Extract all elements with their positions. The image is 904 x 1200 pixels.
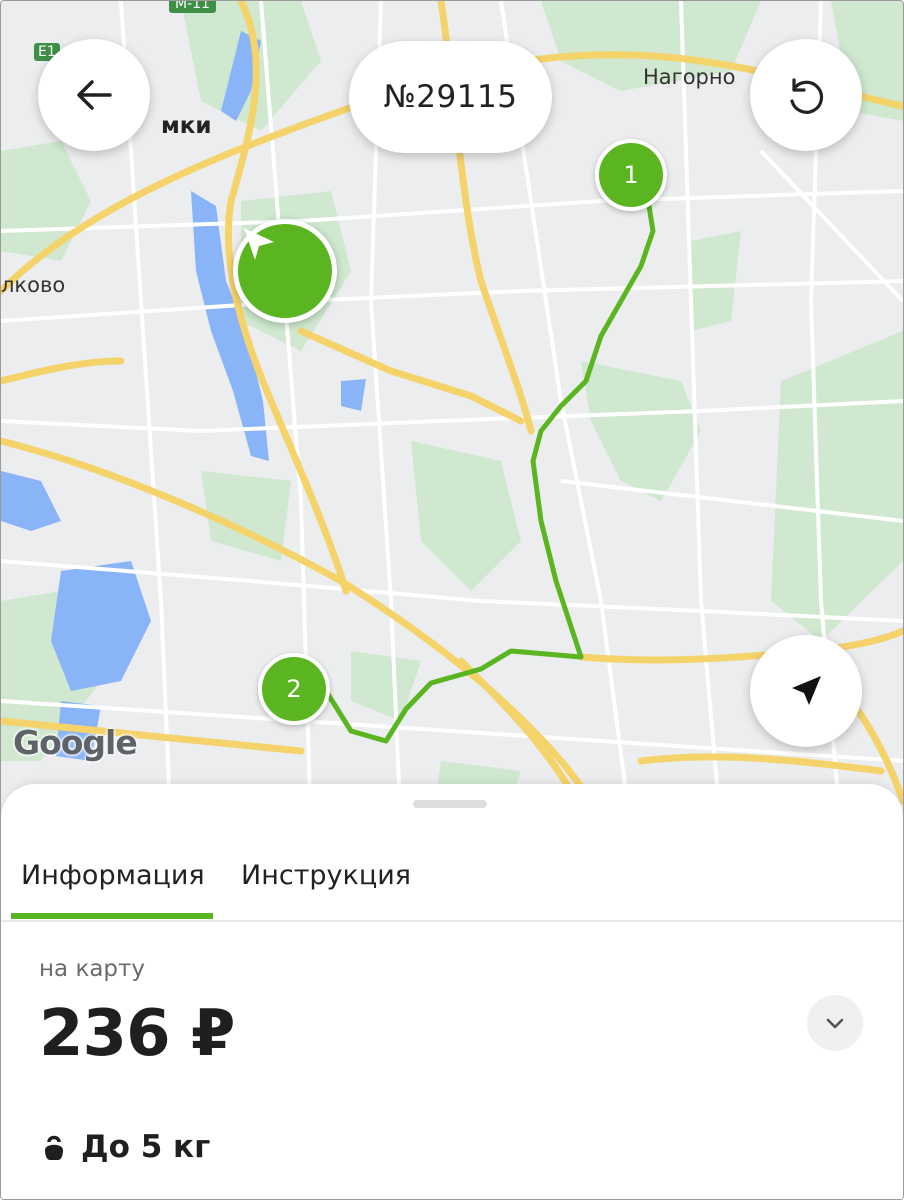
- refresh-button[interactable]: [750, 39, 862, 151]
- my-location-button[interactable]: [750, 635, 862, 747]
- weight-limit-label: До 5 кг: [81, 1129, 211, 1165]
- map-place-label: мки: [161, 113, 212, 139]
- expand-button[interactable]: [807, 995, 863, 1051]
- route-end-marker[interactable]: 2: [258, 653, 330, 725]
- refresh-icon: [790, 78, 824, 114]
- google-logo: Google: [13, 723, 138, 762]
- sheet-drag-handle[interactable]: [413, 800, 487, 808]
- app-screen: мки Нагорно лково E1 M-11 1 2 Google №29…: [0, 0, 904, 1200]
- kettlebell-icon: [45, 1135, 63, 1160]
- route-start-marker[interactable]: 1: [595, 139, 667, 211]
- chevron-down-icon: [826, 1018, 844, 1029]
- road-badge: M-11: [169, 1, 216, 13]
- order-number: №29115: [349, 41, 552, 153]
- bottom-sheet: Информация Инструкция на карту 236 ₽ До …: [1, 784, 903, 1199]
- courier-arrow-icon: [244, 228, 274, 260]
- back-button[interactable]: [38, 39, 150, 151]
- weight-row: До 5 кг: [41, 1129, 210, 1165]
- courier-position-marker[interactable]: [233, 219, 337, 323]
- active-tab-indicator: [11, 913, 213, 919]
- price-caption: на карту: [39, 956, 146, 982]
- tab-information[interactable]: Информация: [21, 860, 205, 891]
- map-water: [1, 31, 366, 761]
- tab-bar: Информация Инструкция: [1, 854, 903, 922]
- arrow-left-icon: [77, 80, 112, 110]
- navigation-arrow-icon: [792, 676, 821, 705]
- map-place-label: лково: [1, 273, 66, 297]
- map-place-label: Нагорно: [643, 65, 736, 89]
- tab-instruction[interactable]: Инструкция: [241, 860, 411, 891]
- price-value: 236 ₽: [39, 997, 235, 1071]
